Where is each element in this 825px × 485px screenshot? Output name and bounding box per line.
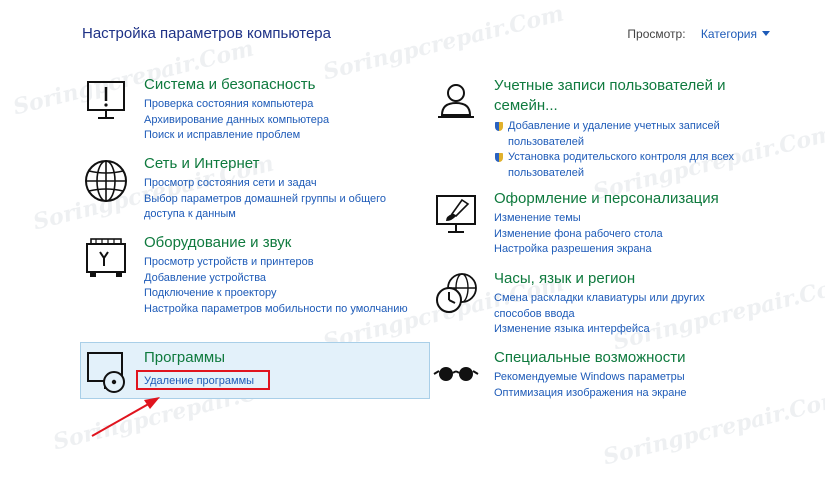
link-screen-resolution[interactable]: Настройка разрешения экрана <box>494 242 772 258</box>
link-homegroup[interactable]: Выбор параметров домашней группы и общег… <box>144 192 422 223</box>
clock-globe-icon[interactable] <box>432 270 480 318</box>
view-dropdown-value: Категория <box>700 27 757 41</box>
link-mobility-settings[interactable]: Настройка параметров мобильности по умол… <box>144 302 422 318</box>
accessibility-glasses-icon[interactable] <box>432 349 480 397</box>
category-title[interactable]: Учетные записи пользователей и семейн... <box>494 76 744 116</box>
chevron-down-icon <box>762 31 770 36</box>
link-add-device[interactable]: Добавление устройства <box>144 271 422 287</box>
link-change-language[interactable]: Изменение языка интерфейса <box>494 322 772 338</box>
page-title: Настройка параметров компьютера <box>82 25 331 42</box>
category-title[interactable]: Часы, язык и регион <box>494 270 772 288</box>
category-title[interactable]: Специальные возможности <box>494 349 772 367</box>
link-troubleshoot[interactable]: Поиск и исправление проблем <box>144 128 422 144</box>
category-appearance: Оформление и персонализация Изменение те… <box>432 190 772 260</box>
programs-disc-icon[interactable] <box>82 349 130 397</box>
link-network-status[interactable]: Просмотр состояния сети и задач <box>144 176 422 192</box>
category-title[interactable]: Оборудование и звук <box>144 234 422 252</box>
category-title[interactable]: Оформление и персонализация <box>494 190 772 208</box>
hardware-sound-icon[interactable] <box>82 234 130 282</box>
category-ease-of-access: Специальные возможности Рекомендуемые Wi… <box>432 349 772 404</box>
link-change-theme[interactable]: Изменение темы <box>494 211 772 227</box>
personalization-brush-icon[interactable] <box>432 190 480 238</box>
globe-icon[interactable] <box>82 155 130 203</box>
annotation-highlight-box <box>136 370 270 390</box>
watermark: Soringpcrepair.Com <box>320 0 567 86</box>
link-check-status[interactable]: Проверка состояния компьютера <box>144 97 422 113</box>
category-hardware-sound: Оборудование и звук Просмотр устройств и… <box>82 234 422 334</box>
category-system-security: Система и безопасность Проверка состояни… <box>82 76 422 146</box>
view-label: Просмотр: <box>627 27 686 41</box>
view-dropdown[interactable]: Категория <box>701 27 770 41</box>
category-network-internet: Сеть и Интернет Просмотр состояния сети … <box>82 155 422 225</box>
link-parental-control[interactable]: Установка родительского контроля для все… <box>494 150 778 181</box>
link-change-background[interactable]: Изменение фона рабочего стола <box>494 227 772 243</box>
category-user-accounts: Учетные записи пользователей и семейн...… <box>432 76 792 179</box>
link-backup[interactable]: Архивирование данных компьютера <box>144 113 422 129</box>
link-devices-printers[interactable]: Просмотр устройств и принтеров <box>144 255 422 271</box>
category-title[interactable]: Программы <box>144 349 422 367</box>
category-clock-language: Часы, язык и регион Смена раскладки клав… <box>432 270 772 340</box>
link-keyboard-layout[interactable]: Смена раскладки клавиатуры или других сп… <box>494 291 724 322</box>
monitor-exclamation-icon[interactable] <box>82 76 130 124</box>
link-add-remove-accounts[interactable]: Добавление и удаление учетных записей по… <box>494 119 778 150</box>
category-title[interactable]: Система и безопасность <box>144 76 422 94</box>
user-accounts-icon[interactable] <box>432 76 480 124</box>
category-title[interactable]: Сеть и Интернет <box>144 155 422 173</box>
link-optimize-display[interactable]: Оптимизация изображения на экране <box>494 386 772 402</box>
link-recommended-settings[interactable]: Рекомендуемые Windows параметры <box>494 370 772 386</box>
link-connect-projector[interactable]: Подключение к проектору <box>144 286 422 302</box>
view-selector: Просмотр: Категория <box>627 27 770 41</box>
